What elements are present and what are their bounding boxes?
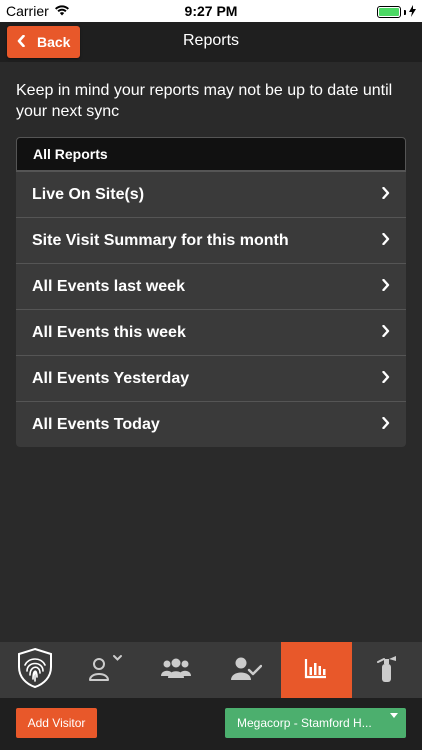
report-item-label: All Events this week [32, 323, 186, 341]
report-item-events-yesterday[interactable]: All Events Yesterday [16, 355, 406, 401]
tab-group[interactable] [141, 642, 211, 698]
report-item-label: Site Visit Summary for this month [32, 231, 289, 249]
report-item-events-this-week[interactable]: All Events this week [16, 309, 406, 355]
battery-icon [377, 6, 401, 18]
chevron-right-icon [382, 232, 390, 250]
tab-bar [0, 642, 422, 698]
page-title: Reports [182, 32, 240, 49]
chevron-right-icon [382, 324, 390, 342]
user-dropdown-icon [85, 653, 125, 688]
chevron-right-icon [382, 186, 390, 204]
tab-fingerprint[interactable] [0, 642, 70, 698]
add-visitor-button[interactable]: Add Visitor [16, 708, 97, 738]
group-icon [160, 656, 192, 685]
tab-user[interactable] [70, 642, 140, 698]
report-item-label: All Events last week [32, 277, 185, 295]
tab-reports[interactable] [281, 642, 352, 698]
reports-list-header: All Reports [16, 137, 406, 171]
tab-user-check[interactable] [211, 642, 281, 698]
report-item-events-today[interactable]: All Events Today [16, 401, 406, 447]
tab-fire-safety[interactable] [352, 642, 422, 698]
sync-notice: Keep in mind your reports may not be up … [16, 82, 393, 120]
bolt-icon [409, 4, 416, 20]
report-item-events-last-week[interactable]: All Events last week [16, 263, 406, 309]
chevron-right-icon [382, 416, 390, 434]
report-item-live-on-site[interactable]: Live On Site(s) [16, 171, 406, 217]
site-selector-label: Megacorp - Stamford H... [237, 716, 372, 730]
bottom-bar: Add Visitor Megacorp - Stamford H... [0, 698, 422, 750]
bar-chart-icon [304, 657, 328, 684]
reports-list: All Reports Live On Site(s) Site Visit S… [16, 137, 406, 447]
site-selector[interactable]: Megacorp - Stamford H... [225, 708, 406, 738]
status-bar: Carrier 9:27 PM [0, 0, 422, 22]
report-item-site-visit-summary[interactable]: Site Visit Summary for this month [16, 217, 406, 263]
caret-down-icon [390, 713, 398, 718]
chevron-right-icon [382, 370, 390, 388]
report-item-label: All Events Yesterday [32, 369, 190, 387]
battery-group [377, 4, 416, 20]
fire-extinguisher-icon [375, 653, 399, 688]
fingerprint-shield-icon [15, 647, 55, 694]
report-item-label: Live On Site(s) [32, 185, 145, 203]
report-item-label: All Events Today [32, 415, 160, 433]
chevron-right-icon [382, 278, 390, 296]
status-time: 9:27 PM [184, 3, 238, 19]
nav-bar: Back Reports [0, 22, 422, 62]
user-check-icon [230, 655, 263, 686]
